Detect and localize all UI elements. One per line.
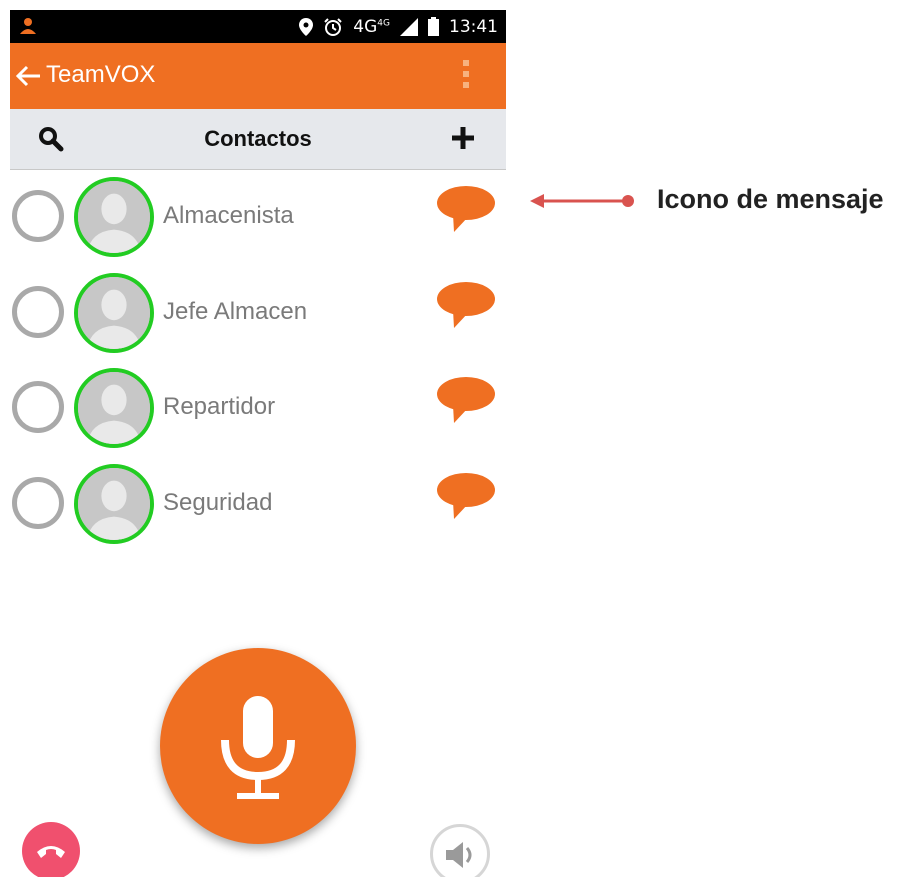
message-icon[interactable] [436, 375, 496, 427]
contact-row[interactable]: Almacenista [10, 174, 506, 264]
network-type: 4G4G [353, 16, 390, 37]
microphone-icon [221, 696, 295, 799]
contacts-header: Contactos [10, 109, 506, 170]
message-icon[interactable] [436, 471, 496, 523]
arrow-left-icon[interactable] [14, 63, 42, 89]
app-title: TeamVOX [46, 61, 156, 88]
default-person-icon [78, 181, 150, 253]
avatar [74, 464, 154, 544]
select-circle[interactable] [12, 190, 64, 242]
contact-name: Repartidor [163, 393, 276, 420]
hangup-button[interactable] [22, 822, 80, 877]
speaker-icon [446, 842, 472, 868]
contact-name: Almacenista [163, 202, 294, 229]
push-to-talk-button[interactable] [160, 648, 356, 844]
default-person-icon [78, 277, 150, 349]
person-notification-icon [20, 18, 36, 34]
action-bar: TeamVOX [10, 43, 506, 109]
select-circle[interactable] [12, 381, 64, 433]
phone-hangup-icon [37, 846, 65, 858]
annotation-label: Icono de mensaje [657, 184, 884, 214]
contacts-title: Contactos [204, 126, 312, 151]
avatar [74, 273, 154, 353]
annotation-arrow [530, 194, 634, 208]
phone-screen: 4G4G 13:41 TeamVOX Contactos Almacenista… [10, 10, 506, 877]
contact-name: Jefe Almacen [163, 298, 308, 325]
speaker-button[interactable] [430, 824, 490, 877]
battery-icon [428, 17, 439, 36]
contact-name: Seguridad [163, 489, 273, 516]
contact-row[interactable]: Jefe Almacen [10, 270, 506, 360]
signal-icon [400, 17, 418, 36]
plus-icon[interactable] [450, 125, 476, 151]
default-person-icon [78, 372, 150, 444]
message-icon[interactable] [436, 184, 496, 236]
select-circle[interactable] [12, 477, 64, 529]
alarm-icon [324, 17, 343, 36]
message-icon[interactable] [436, 280, 496, 332]
contact-row[interactable]: Repartidor [10, 365, 506, 455]
avatar [74, 177, 154, 257]
select-circle[interactable] [12, 286, 64, 338]
avatar [74, 368, 154, 448]
clock: 13:41 [449, 16, 498, 37]
status-icons: 4G4G 13:41 [299, 10, 498, 43]
status-bar: 4G4G 13:41 [10, 10, 506, 43]
overflow-menu-icon[interactable] [460, 60, 472, 96]
contact-row[interactable]: Seguridad [10, 461, 506, 551]
default-person-icon [78, 468, 150, 540]
location-icon [299, 17, 314, 36]
